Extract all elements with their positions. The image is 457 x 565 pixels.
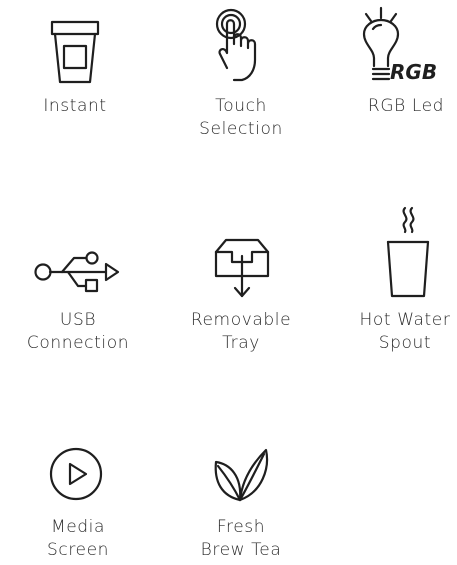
tray-icon bbox=[214, 238, 270, 300]
feature-label: Removable Tray bbox=[190, 310, 292, 353]
feature-label: Hot Water Spout bbox=[359, 310, 451, 353]
hot-cup-icon bbox=[386, 204, 430, 300]
feature-label: Touch Selection bbox=[199, 96, 283, 139]
touch-hand-icon bbox=[212, 8, 268, 86]
feature-label: USB Connection bbox=[26, 310, 130, 353]
cup-icon bbox=[48, 20, 102, 84]
usb-icon bbox=[34, 248, 120, 298]
lightbulb-rgb-icon: RGB bbox=[358, 6, 450, 86]
feature-grid: { "features": [ {"id": "instant", "icon"… bbox=[0, 0, 457, 565]
feature-label: Media Screen bbox=[46, 517, 110, 560]
feature-label: Instant bbox=[43, 96, 107, 116]
tea-leaves-icon bbox=[212, 446, 270, 504]
rgb-icon-text: RGB bbox=[390, 60, 437, 84]
feature-label: RGB Led bbox=[367, 96, 445, 116]
feature-label: Fresh Brew Tea bbox=[200, 517, 282, 560]
play-icon bbox=[49, 447, 103, 501]
